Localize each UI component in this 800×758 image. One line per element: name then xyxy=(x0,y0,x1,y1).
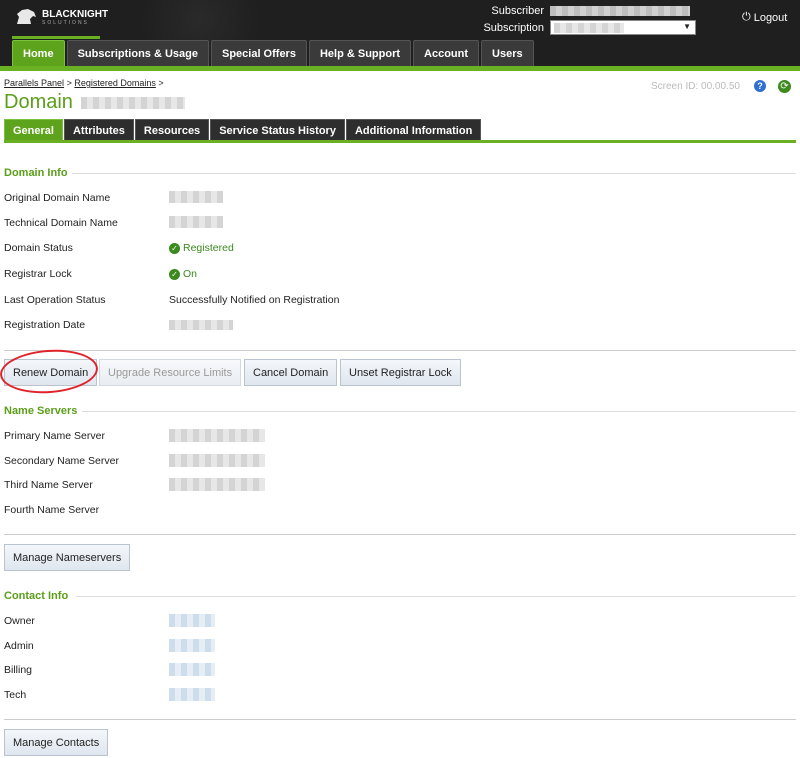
annotation-circle xyxy=(0,346,100,397)
tab-resources[interactable]: Resources xyxy=(134,119,210,141)
value-owner xyxy=(169,614,215,627)
subscriber-value-redacted xyxy=(550,5,690,16)
tab-general[interactable]: General xyxy=(4,119,63,141)
section-title-domain-info: Domain Info xyxy=(4,167,68,179)
value-tech xyxy=(169,688,215,701)
brand-logo[interactable]: BLACKNIGHT SOLUTIONS xyxy=(14,8,108,26)
divider xyxy=(4,534,796,535)
label-last-operation-status: Last Operation Status xyxy=(4,294,106,306)
breadcrumb-separator: > xyxy=(158,78,164,88)
tab-additional-information[interactable]: Additional Information xyxy=(345,119,482,141)
nav-tab-users[interactable]: Users xyxy=(481,40,534,66)
knight-logo-icon xyxy=(17,9,36,24)
refresh-icon[interactable]: ⟳ xyxy=(778,80,791,93)
nav-tab-home[interactable]: Home xyxy=(12,40,65,66)
breadcrumb-registered-domains[interactable]: Registered Domains xyxy=(74,78,156,88)
subscriber-label: Subscriber xyxy=(491,4,544,17)
domain-name-redacted xyxy=(80,96,185,109)
label-fourth-name-server: Fourth Name Server xyxy=(4,504,100,516)
section-title-contact-info: Contact Info xyxy=(4,590,69,602)
value-last-operation-status: Successfully Notified on Registration xyxy=(169,294,340,306)
breadcrumb-separator: > xyxy=(66,78,72,88)
screen-id: Screen ID: 00.00.50 xyxy=(651,81,740,92)
logo-text: BLACKNIGHT xyxy=(42,9,109,20)
label-original-domain-name: Original Domain Name xyxy=(4,192,111,204)
value-domain-status: ✓ Registered xyxy=(169,242,234,254)
manage-contacts-button[interactable]: Manage Contacts xyxy=(4,729,109,756)
registrar-lock-text: On xyxy=(183,268,198,280)
screen-id-label: Screen ID: xyxy=(651,81,699,92)
unset-registrar-lock-button[interactable]: Unset Registrar Lock xyxy=(340,359,461,386)
logo-underline xyxy=(12,36,100,39)
divider xyxy=(4,350,796,351)
value-technical-domain-name xyxy=(169,216,223,228)
value-registration-date xyxy=(169,320,233,330)
label-third-name-server: Third Name Server xyxy=(4,479,93,491)
label-secondary-name-server: Secondary Name Server xyxy=(4,455,119,467)
label-admin: Admin xyxy=(4,640,34,652)
label-billing: Billing xyxy=(4,664,33,676)
power-icon: ⏻ xyxy=(742,11,751,23)
label-registrar-lock: Registrar Lock xyxy=(4,268,72,280)
value-primary-name-server xyxy=(169,429,265,442)
label-primary-name-server: Primary Name Server xyxy=(4,430,105,442)
check-circle-icon: ✓ xyxy=(169,242,180,254)
subscription-select[interactable]: ▼ xyxy=(550,20,696,35)
label-registration-date: Registration Date xyxy=(4,319,86,331)
screen-id-value: 00.00.50 xyxy=(701,81,740,92)
section-rule xyxy=(76,596,796,597)
help-icon[interactable]: ? xyxy=(754,80,766,92)
logout-link[interactable]: ⏻ Logout xyxy=(742,11,787,24)
logo-subtext: SOLUTIONS xyxy=(42,20,89,26)
logout-label: Logout xyxy=(753,11,788,24)
nav-tab-subscriptions[interactable]: Subscriptions & Usage xyxy=(66,40,209,66)
label-tech: Tech xyxy=(4,689,27,701)
nav-underline xyxy=(0,66,800,71)
label-owner: Owner xyxy=(4,615,35,627)
nav-tab-account[interactable]: Account xyxy=(413,40,480,66)
upgrade-resource-limits-button: Upgrade Resource Limits xyxy=(99,359,242,386)
label-domain-status: Domain Status xyxy=(4,242,73,254)
nav-tab-special-offers[interactable]: Special Offers xyxy=(210,40,307,66)
subscriber-panel: Subscriber Subscription ▼ xyxy=(480,3,700,35)
value-secondary-name-server xyxy=(169,454,265,467)
domain-status-text: Registered xyxy=(183,242,234,254)
section-title-name-servers: Name Servers xyxy=(4,405,78,417)
sub-tabs: General Attributes Resources Service Sta… xyxy=(4,119,482,141)
value-third-name-server xyxy=(169,478,265,491)
tab-attributes[interactable]: Attributes xyxy=(63,119,134,141)
breadcrumb-parallels-panel[interactable]: Parallels Panel xyxy=(4,78,64,88)
value-registrar-lock: ✓ On xyxy=(169,268,197,280)
section-rule xyxy=(82,411,796,412)
page-title-text: Domain xyxy=(4,91,73,113)
check-circle-icon: ✓ xyxy=(169,268,180,280)
tab-service-status-history[interactable]: Service Status History xyxy=(210,119,345,141)
chevron-down-icon: ▼ xyxy=(683,22,691,31)
nav-tab-help-support[interactable]: Help & Support xyxy=(308,40,412,66)
breadcrumb: Parallels Panel > Registered Domains > xyxy=(4,78,164,88)
section-rule xyxy=(72,173,796,174)
main-nav: Home Subscriptions & Usage Special Offer… xyxy=(12,40,534,66)
manage-nameservers-button[interactable]: Manage Nameservers xyxy=(4,544,131,571)
subscription-label: Subscription xyxy=(483,21,544,34)
divider xyxy=(4,719,796,720)
value-admin xyxy=(169,639,215,652)
label-technical-domain-name: Technical Domain Name xyxy=(4,217,118,229)
page-title: Domain xyxy=(4,91,185,114)
value-billing xyxy=(169,663,215,676)
subscription-value-redacted xyxy=(554,23,624,33)
cancel-domain-button[interactable]: Cancel Domain xyxy=(244,359,338,386)
value-original-domain-name xyxy=(169,191,223,203)
subtabs-underline xyxy=(4,140,796,143)
